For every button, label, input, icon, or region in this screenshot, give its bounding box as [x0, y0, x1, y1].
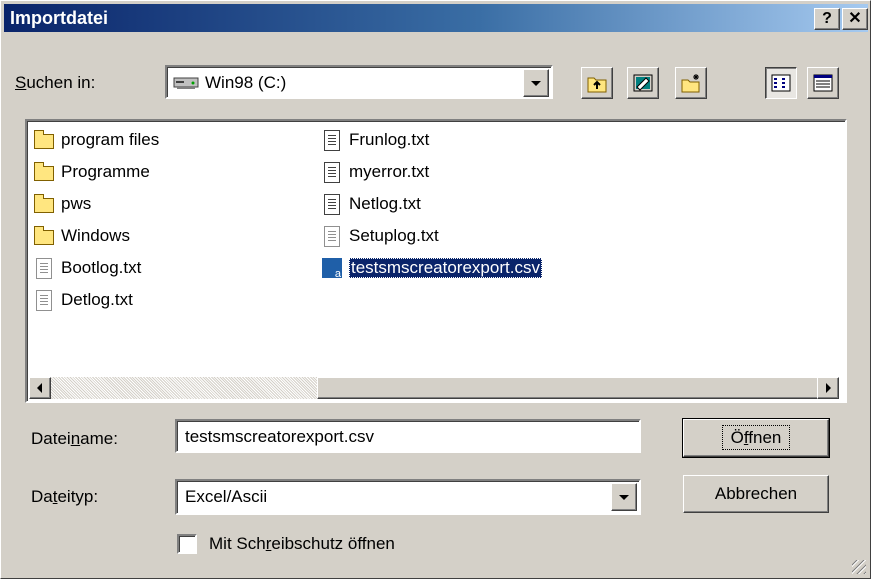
- file-list-item[interactable]: Programme: [33, 159, 150, 185]
- file-name: Windows: [61, 226, 130, 245]
- folder-icon: [34, 162, 54, 181]
- file-icon: [33, 193, 55, 215]
- look-in-label: Suchen in:: [15, 73, 96, 92]
- readonly-label[interactable]: Mit Schreibschutz öffnen: [209, 534, 395, 554]
- file-list-item[interactable]: pws: [33, 191, 91, 217]
- file-icon: [321, 161, 343, 183]
- text-file-icon: [36, 258, 52, 279]
- file-list-item[interactable]: Windows: [33, 223, 130, 249]
- drive-icon: [173, 73, 199, 91]
- file-icon: [321, 225, 343, 247]
- file-icon: [33, 161, 55, 183]
- file-list-item[interactable]: Detlog.txt: [33, 287, 133, 313]
- details-view-button[interactable]: [807, 67, 839, 99]
- scroll-left-button[interactable]: [29, 377, 51, 399]
- scroll-thumb[interactable]: [317, 377, 819, 399]
- filetype-dropdown-button[interactable]: [611, 483, 637, 511]
- look-in-dropdown-button[interactable]: [523, 69, 549, 97]
- filetype-label: Dateityp:: [31, 487, 99, 506]
- file-icon: [33, 257, 55, 279]
- list-view-icon: [771, 74, 791, 92]
- file-name: Netlog.txt: [349, 194, 421, 213]
- file-list-item[interactable]: Frunlog.txt: [321, 127, 429, 153]
- folder-icon: [34, 130, 54, 149]
- file-name: testsmscreatorexport.csv: [349, 258, 542, 278]
- dialog-title: Importdatei: [10, 8, 109, 28]
- list-view-button[interactable]: [765, 67, 797, 99]
- file-list-item[interactable]: testsmscreatorexport.csv: [321, 255, 542, 281]
- title-bar: Importdatei ? ✕: [4, 4, 868, 32]
- text-file-icon: [324, 130, 340, 151]
- details-view-icon: [813, 74, 833, 92]
- file-list-item[interactable]: Bootlog.txt: [33, 255, 141, 281]
- folder-icon: [34, 226, 54, 245]
- folder-icon: [34, 194, 54, 213]
- filetype-value: Excel/Ascii: [185, 487, 268, 506]
- help-button[interactable]: ?: [814, 8, 840, 30]
- desktop-icon: [633, 74, 653, 92]
- desktop-button[interactable]: [627, 67, 659, 99]
- new-folder-icon: [681, 74, 700, 93]
- file-icon: [33, 289, 55, 311]
- excel-csv-icon: [322, 258, 342, 280]
- up-folder-button[interactable]: [581, 67, 613, 99]
- right-arrow-icon: [826, 383, 831, 393]
- look-in-dropdown[interactable]: Win98 (C:): [165, 65, 553, 99]
- text-file-icon: [324, 194, 340, 215]
- text-file-icon: [324, 226, 340, 247]
- filename-label: Dateiname:: [31, 429, 118, 448]
- file-name: Bootlog.txt: [61, 258, 142, 277]
- file-name: Detlog.txt: [61, 290, 133, 309]
- left-arrow-icon: [37, 383, 42, 393]
- file-name: pws: [61, 194, 92, 213]
- file-list-item[interactable]: Netlog.txt: [321, 191, 421, 217]
- text-file-icon: [324, 162, 340, 183]
- open-button[interactable]: Öffnen: [682, 418, 830, 458]
- filename-field[interactable]: testsmscreatorexport.csv: [175, 419, 641, 453]
- scroll-right-button[interactable]: [817, 377, 839, 399]
- file-icon: [33, 129, 55, 151]
- readonly-checkbox[interactable]: [177, 534, 197, 554]
- file-list-item[interactable]: myerror.txt: [321, 159, 429, 185]
- file-list-item[interactable]: Setuplog.txt: [321, 223, 439, 249]
- new-folder-button[interactable]: [675, 67, 707, 99]
- file-list-item[interactable]: program files: [33, 127, 159, 153]
- file-name: myerror.txt: [349, 162, 430, 181]
- file-name: Programme: [61, 162, 150, 181]
- text-file-icon: [36, 290, 52, 311]
- filename-value: testsmscreatorexport.csv: [185, 427, 374, 446]
- file-icon: [321, 129, 343, 151]
- cancel-button[interactable]: Abbrechen: [683, 475, 829, 513]
- file-icon: [321, 193, 343, 215]
- file-name: Frunlog.txt: [349, 130, 430, 149]
- resize-grip[interactable]: [852, 560, 866, 574]
- open-button-label: Öffnen: [721, 425, 791, 450]
- file-list[interactable]: program files Programme pws Windows Bootlog.…: [25, 119, 847, 403]
- close-button[interactable]: ✕: [842, 8, 868, 30]
- file-name: Setuplog.txt: [349, 226, 439, 245]
- file-icon: [33, 225, 55, 247]
- filetype-dropdown[interactable]: Excel/Ascii: [175, 479, 641, 515]
- up-folder-icon: [587, 77, 607, 93]
- horizontal-scrollbar[interactable]: [29, 377, 839, 399]
- import-dialog: Importdatei ? ✕ Suchen in: Win98 (C:) pr…: [0, 0, 871, 579]
- file-icon: [321, 257, 343, 280]
- look-in-value: Win98 (C:): [205, 73, 287, 92]
- file-name: program files: [61, 130, 160, 149]
